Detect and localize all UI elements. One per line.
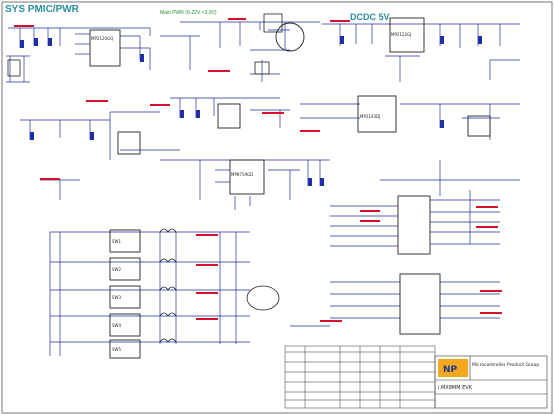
pmic-main-block xyxy=(6,27,151,83)
net-label-7 xyxy=(262,112,284,114)
capacitor-1 xyxy=(20,40,24,48)
capacitor-11 xyxy=(90,132,94,140)
net-label-4 xyxy=(208,70,230,72)
net-label-9 xyxy=(40,178,60,180)
inductor-4 xyxy=(159,312,177,317)
inductor-1 xyxy=(159,228,177,233)
capacitor-9 xyxy=(196,110,200,118)
capacitor-10 xyxy=(30,132,34,140)
net-label-3 xyxy=(330,20,350,22)
dcdc-5v-chip-label: MP2122GJ xyxy=(391,32,411,37)
bottom-chip xyxy=(399,273,441,335)
capacitor-3 xyxy=(48,38,52,46)
capacitor-6 xyxy=(478,36,482,44)
capacitor-12 xyxy=(440,120,444,128)
net-label-19 xyxy=(480,290,502,292)
inductor-5 xyxy=(159,338,177,343)
net-label-13 xyxy=(476,226,498,228)
buck-stack xyxy=(49,231,250,356)
capacitor-2 xyxy=(34,38,38,46)
ldo-block xyxy=(290,281,500,327)
pmic-main-chip-label: MP2120GQ xyxy=(91,36,113,41)
regulator-a-chip xyxy=(217,103,241,129)
buck-1-label: SW1 xyxy=(112,239,121,244)
logo-text: NP xyxy=(443,365,458,375)
capacitor-4 xyxy=(140,54,144,62)
buck-5-label: SW5 xyxy=(112,347,121,352)
net-label-17 xyxy=(196,318,218,320)
right-pmic-block xyxy=(330,160,520,247)
doc-label: i.MX8MM EVK xyxy=(438,385,473,391)
buck-4-label: SW4 xyxy=(112,323,121,328)
net-label-12 xyxy=(476,206,498,208)
dcdc-5v-block xyxy=(322,23,520,82)
pmic-left-chip xyxy=(117,131,141,155)
highlight-ellipse xyxy=(246,285,280,311)
net-label-15 xyxy=(196,264,218,266)
capacitor-7 xyxy=(340,36,344,44)
net-label-10 xyxy=(360,210,380,212)
buck-3-label: SW3 xyxy=(112,295,121,300)
net-label-16 xyxy=(196,292,218,294)
net-label-5 xyxy=(86,100,108,102)
dcdc-title: DCDC 5V xyxy=(350,12,390,22)
sheet-border xyxy=(1,1,553,414)
net-label-1 xyxy=(14,25,34,27)
buck-2-label: SW2 xyxy=(112,267,121,272)
net-label-14 xyxy=(196,234,218,236)
right-pmic-chip xyxy=(397,195,431,255)
center-regulator-block xyxy=(160,159,330,210)
capacitor-5 xyxy=(440,36,444,44)
ldo-chip-right xyxy=(467,115,491,137)
inductor-3 xyxy=(159,286,177,291)
spec-table xyxy=(284,345,436,409)
pmic-center-chip xyxy=(229,159,265,195)
pmic-center-label: MP8759GD xyxy=(231,172,253,177)
page-title: SYS PMIC/PWR xyxy=(5,4,79,15)
mosfet-chip xyxy=(263,13,283,33)
net-label-18 xyxy=(320,320,342,322)
net-label-2 xyxy=(228,18,246,20)
transistor-circle xyxy=(275,22,305,52)
net-label-8 xyxy=(300,130,320,132)
net-labels xyxy=(14,18,502,322)
load-switch-block xyxy=(160,21,320,82)
capacitor-8 xyxy=(180,110,184,118)
capacitor-14 xyxy=(320,178,324,186)
net-label-11 xyxy=(360,220,380,222)
schematic-sheet: MP2120GQ MP2122GJ MP2143DJ MP8759GD SW1 … xyxy=(1,1,553,414)
net-label-6 xyxy=(150,104,170,106)
main-pwr-label: Main PWR (6-22V->3.3V) xyxy=(160,10,217,16)
net-label-20 xyxy=(480,312,502,314)
regulator-b-label: MP2143DJ xyxy=(360,114,380,119)
capacitor-13 xyxy=(308,178,312,186)
company-name: Microcontroller Product Group xyxy=(472,362,539,368)
inductor-2 xyxy=(159,258,177,263)
